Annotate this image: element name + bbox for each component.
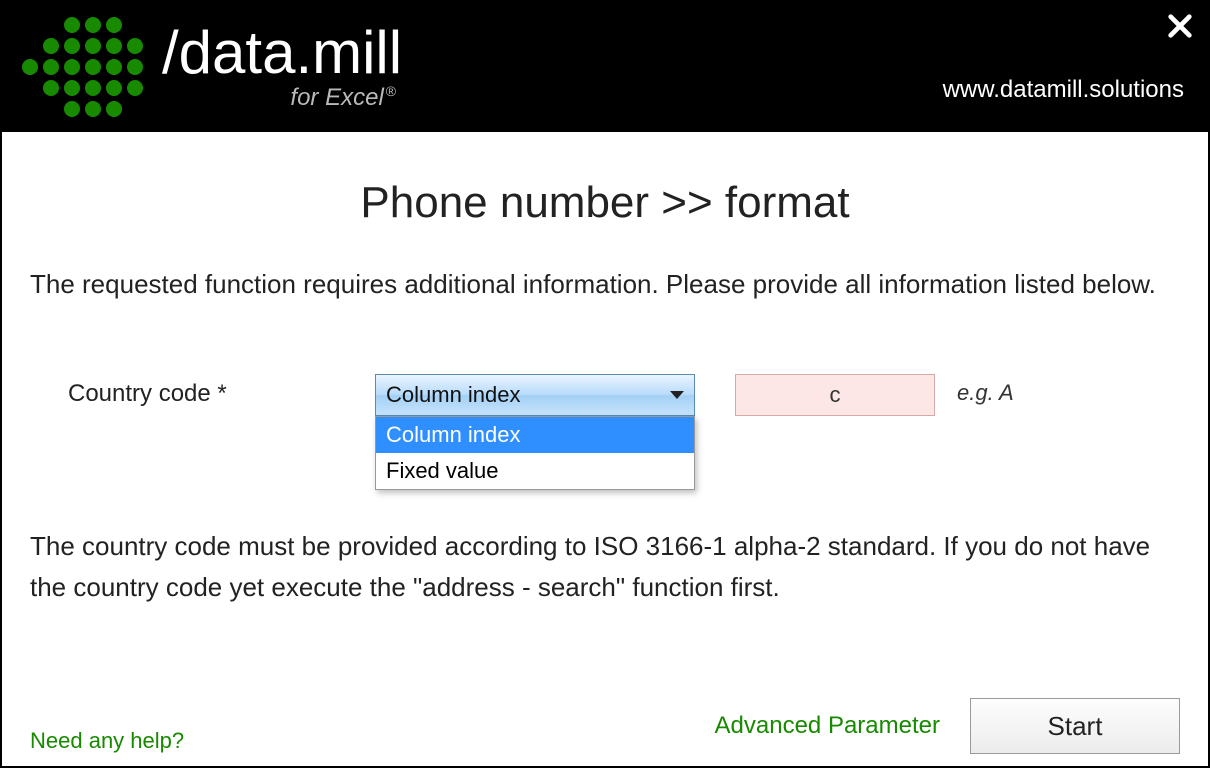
input-type-select-wrap: Column index Column index Fixed value <box>375 374 695 416</box>
start-button[interactable]: Start <box>970 698 1180 754</box>
advanced-parameter-link[interactable]: Advanced Parameter <box>715 712 940 740</box>
footer: Need any help? Advanced Parameter Start <box>30 698 1180 754</box>
logo-icon <box>22 17 142 117</box>
select-value: Column index <box>386 382 521 408</box>
input-type-select[interactable]: Column index <box>375 374 695 416</box>
brand: /data.mill for Excel® <box>162 23 402 112</box>
dropdown-option-column-index[interactable]: Column index <box>376 417 694 453</box>
dialog-window: /data.mill for Excel® www.datamill.solut… <box>0 0 1210 768</box>
intro-text: The requested function requires addition… <box>30 264 1180 304</box>
country-code-row: Country code * Column index Column index… <box>30 374 1180 416</box>
header: /data.mill for Excel® www.datamill.solut… <box>2 2 1208 132</box>
close-icon[interactable] <box>1162 8 1198 44</box>
help-link[interactable]: Need any help? <box>30 728 184 754</box>
registered-mark: ® <box>386 83 396 99</box>
chevron-down-icon <box>670 391 684 399</box>
field-description: The country code must be provided accord… <box>30 526 1180 607</box>
dialog-body: Phone number >> format The requested fun… <box>2 132 1208 766</box>
country-code-label: Country code * <box>30 374 375 408</box>
dropdown-option-fixed-value[interactable]: Fixed value <box>376 453 694 489</box>
column-index-input[interactable] <box>735 374 935 416</box>
brand-prefix: /data. <box>162 19 312 86</box>
input-type-dropdown: Column index Fixed value <box>375 416 695 490</box>
page-title: Phone number >> format <box>30 178 1180 228</box>
brand-suffix: mill <box>312 19 402 86</box>
brand-subtitle: for Excel <box>290 84 383 111</box>
header-url[interactable]: www.datamill.solutions <box>943 76 1184 104</box>
input-hint: e.g. A <box>957 374 1014 406</box>
